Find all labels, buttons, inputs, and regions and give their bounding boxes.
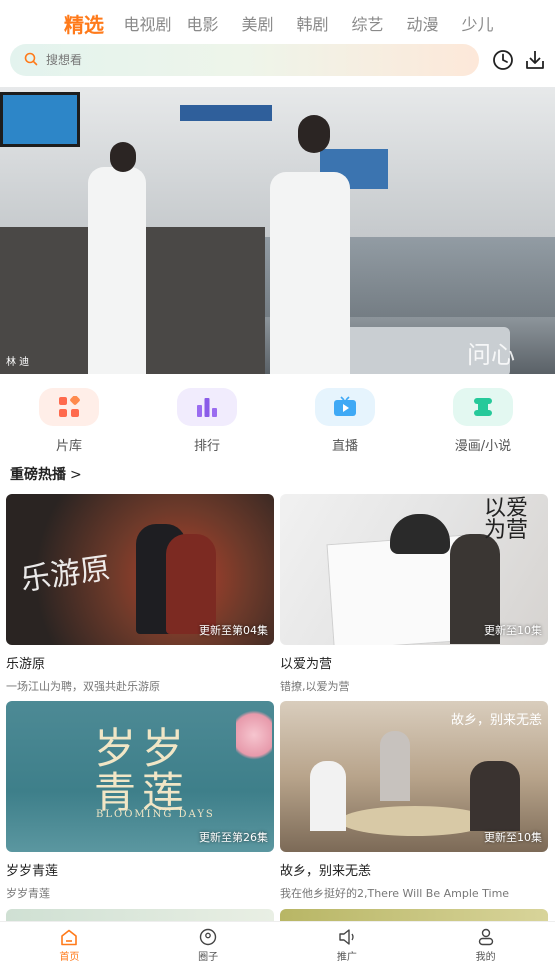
quick-entries: 片库 排行 直播 漫画/小说: [0, 388, 555, 458]
show-card-peek[interactable]: [280, 909, 548, 921]
show-subtitle: 岁岁青莲: [6, 887, 50, 900]
quick-entry-ranking[interactable]: 排行: [167, 388, 247, 454]
nav-mine[interactable]: 我的: [416, 922, 555, 965]
show-thumbnail: 故乡，别来无恙 更新至10集: [280, 701, 548, 852]
bar-chart-icon: [177, 388, 237, 426]
banner-bg-sign: [180, 105, 272, 121]
show-thumbnail: 岁岁 青莲 BLOOMING DAYS 更新至第26集: [6, 701, 274, 852]
poster-table: [340, 806, 490, 836]
nav-circle[interactable]: 圈子: [139, 922, 278, 965]
hero-banner[interactable]: 林 迪 问心: [0, 87, 555, 374]
poster-title-art: 故乡，别来无恙: [450, 713, 542, 728]
download-icon[interactable]: [522, 47, 548, 73]
live-tv-icon: [315, 388, 375, 426]
quick-entry-label: 片库: [55, 439, 82, 454]
show-card[interactable]: 乐游原 更新至第04集 乐游原 一场江山为聘，双强共赴乐游原: [6, 494, 274, 694]
episode-badge: 更新至第26集: [199, 831, 268, 844]
tab-kids[interactable]: 少儿: [450, 11, 505, 35]
show-title: 乐游原: [6, 657, 46, 672]
quick-entry-label: 排行: [193, 439, 220, 454]
tab-tv-series[interactable]: 电视剧: [120, 11, 175, 35]
nav-home[interactable]: 首页: [0, 922, 139, 965]
tab-us-drama[interactable]: 美剧: [230, 11, 285, 35]
quick-entry-library[interactable]: 片库: [29, 388, 109, 454]
show-card[interactable]: 以爱为营 更新至10集 以爱为营 错撩,以爱为营: [280, 494, 548, 694]
quick-entry-live[interactable]: 直播: [305, 388, 385, 454]
tab-variety[interactable]: 综艺: [340, 11, 395, 35]
poster-figure: [470, 761, 520, 831]
poster-title-en: BLOOMING DAYS: [96, 809, 215, 820]
poster-figure: [390, 514, 450, 554]
bottom-nav: 首页 圈子 推广 我的: [0, 921, 555, 965]
banner-caption: 林 迪: [6, 357, 30, 368]
show-thumbnail: 乐游原 更新至第04集: [6, 494, 274, 645]
show-thumbnail: 以爱为营 更新至10集: [280, 494, 548, 645]
book-icon: [453, 388, 513, 426]
category-tabs: 精选 电视剧 电影 美剧 韩剧 综艺 动漫 少儿: [0, 0, 555, 46]
search-bar[interactable]: [10, 44, 479, 76]
poster-flower: [236, 705, 272, 765]
quick-entry-label: 漫画/小说: [454, 439, 512, 454]
poster-figure: [310, 761, 346, 831]
nav-label: 首页: [59, 952, 80, 963]
show-subtitle: 错撩,以爱为营: [280, 680, 350, 693]
show-card[interactable]: 故乡，别来无恙 更新至10集 故乡，别来无恙 我在他乡挺好的2,There Wi…: [280, 701, 548, 901]
search-input[interactable]: [46, 53, 426, 67]
nav-label: 我的: [475, 952, 496, 963]
poster-title-art: 乐游原: [18, 550, 113, 599]
search-row: [10, 44, 550, 76]
nav-label: 圈子: [198, 952, 219, 963]
banner-head-right: [298, 115, 330, 153]
chevron-right-icon: >: [70, 467, 82, 483]
tab-k-drama[interactable]: 韩剧: [285, 11, 340, 35]
episode-badge: 更新至10集: [484, 831, 542, 844]
grid-icon: [39, 388, 99, 426]
show-title: 故乡，别来无恙: [280, 864, 372, 879]
show-subtitle: 一场江山为聘，双强共赴乐游原: [6, 680, 160, 693]
history-icon[interactable]: [490, 47, 516, 73]
poster-title-art: 以爱为营: [484, 496, 529, 543]
show-card-peek[interactable]: [6, 909, 274, 921]
tab-anime[interactable]: 动漫: [395, 11, 450, 35]
poster-figure: [380, 731, 410, 801]
show-subtitle: 我在他乡挺好的2,There Will Be Ample Time: [280, 887, 510, 900]
show-card[interactable]: 岁岁 青莲 BLOOMING DAYS 更新至第26集 岁岁青莲 岁岁青莲: [6, 701, 274, 901]
banner-bg-screen: [0, 92, 80, 147]
banner-logo: 问心: [467, 341, 515, 369]
tab-movies[interactable]: 电影: [175, 11, 230, 35]
nav-promote[interactable]: 推广: [278, 922, 417, 965]
section-title-text: 重磅热播: [10, 467, 66, 483]
speaker-icon: [278, 928, 417, 946]
banner-head-left: [110, 142, 136, 172]
nav-label: 推广: [336, 952, 357, 963]
poster-figure: [166, 534, 216, 634]
episode-badge: 更新至10集: [484, 624, 542, 637]
banner-figure-left: [88, 167, 146, 374]
quick-entry-label: 直播: [331, 439, 358, 454]
tab-featured[interactable]: 精选: [54, 9, 114, 38]
section-title-hot[interactable]: 重磅热播 >: [10, 464, 82, 484]
search-icon: [24, 51, 38, 70]
banner-figure-right: [270, 172, 350, 374]
home-icon: [0, 928, 139, 946]
quick-entry-comics[interactable]: 漫画/小说: [443, 388, 523, 454]
show-title: 以爱为营: [280, 657, 333, 672]
show-title: 岁岁青莲: [6, 864, 59, 879]
episode-badge: 更新至第04集: [199, 624, 268, 637]
circle-icon: [139, 928, 278, 946]
user-icon: [416, 928, 555, 946]
